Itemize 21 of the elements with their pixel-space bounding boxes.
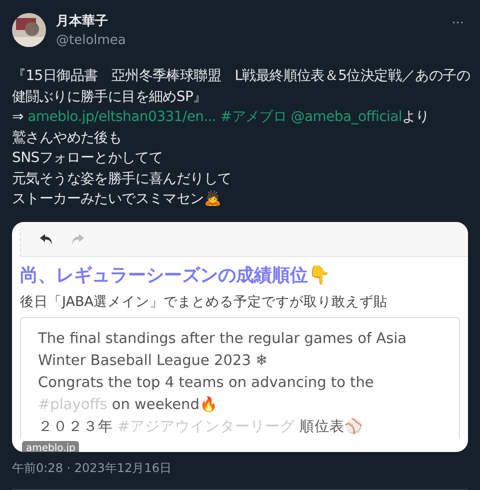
author-handle[interactable]: @telolmea <box>56 33 438 48</box>
more-button[interactable]: ··· <box>448 16 468 31</box>
embedded-text: Congrats the top 4 teams on advancing to the <box>38 374 375 392</box>
tweet-text: ⇒ ameblo.jp/eltshan0331/en... #アメブロ @ameba_officialより <box>12 108 430 127</box>
author-name[interactable]: 月本華子 <box>56 12 438 30</box>
card-title: 尚、レギュラーシーズンの成績順位👇 <box>20 264 331 286</box>
tweet-text: ストーカーみたいでスミマセン🙇 <box>12 190 222 209</box>
tweet-link[interactable]: #アメブロ <box>220 109 287 125</box>
link-card[interactable] <box>12 222 468 452</box>
tweet-link[interactable]: @ameba_official <box>290 109 402 125</box>
timestamp[interactable]: 午前0:28 · 2023年12月16日 <box>12 460 468 477</box>
avatar[interactable] <box>12 13 46 47</box>
card-subtitle: 後日「JABA選メイン」でまとめる予定ですが取り敢えず貼 <box>20 292 388 310</box>
embedded-text: The final standings after the regular games of Asia <box>38 330 408 348</box>
tweet-link[interactable]: ameblo.jp/eltshan0331/en... <box>28 109 216 125</box>
tweet-text: 元気そうな姿を勝手に喜んだりして <box>12 170 232 188</box>
tweet-text: 健闘ぶりに勝手に目を細めSP』 <box>12 88 208 106</box>
tweet-text: 鷲さんやめた後も <box>12 128 123 148</box>
embedded-text: Winter Baseball League 2023 ❄ <box>38 352 269 370</box>
tweet-text: SNSフォローとかしてて <box>12 149 164 168</box>
tweet-text: 『15日御品書 亞州冬季棒球聯盟 L戦最終順位表＆5位決定戦／あの子の <box>12 67 468 86</box>
